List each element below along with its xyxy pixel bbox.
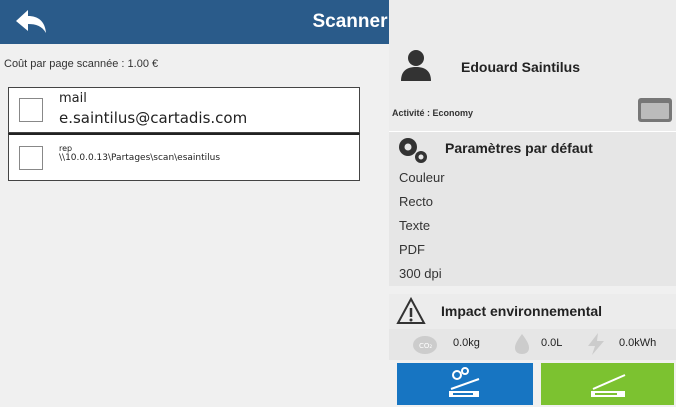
- destination-value: \\10.0.0.13\Partages\scan\esaintilus: [59, 153, 221, 163]
- settings-panel: Edouard Saintilus Activité : Economy Par…: [389, 44, 676, 407]
- param-sides: Recto: [389, 190, 676, 214]
- back-button[interactable]: [14, 7, 48, 37]
- destination-title: rep: [59, 144, 73, 153]
- energy-value: 0.0kWh: [619, 337, 657, 349]
- page-title: Scanner: [312, 11, 388, 32]
- user-icon: [401, 50, 431, 81]
- scanner-screen: Scanner Coût par page scannée : 1.00 € m…: [0, 0, 676, 407]
- recycle-icon: [396, 296, 426, 324]
- destination-checkbox[interactable]: [19, 98, 43, 122]
- param-resolution: 300 dpi: [389, 262, 676, 286]
- destination-folder[interactable]: rep \\10.0.0.13\Partages\scan\esaintilus: [8, 133, 360, 181]
- folder-icon: [638, 98, 672, 122]
- lightning-icon: [588, 333, 604, 355]
- impact-title: Impact environnemental: [441, 303, 603, 319]
- activity-row: Activité : Economy: [389, 90, 676, 131]
- water-drop-icon: [515, 334, 529, 354]
- folder-button[interactable]: [637, 94, 673, 124]
- destinations-panel: Coût par page scannée : 1.00 € mail e.sa…: [0, 44, 389, 407]
- param-color: Couleur: [389, 166, 676, 190]
- water-value: 0.0L: [541, 337, 563, 349]
- scanner-icon: [591, 374, 626, 397]
- destination-checkbox[interactable]: [19, 146, 43, 170]
- cost-per-page: Coût par page scannée : 1.00 €: [4, 58, 159, 70]
- back-arrow-icon: [16, 10, 46, 33]
- activity-label: Activité : Economy: [392, 108, 474, 118]
- default-params-header: Paramètres par défaut: [389, 131, 676, 166]
- destination-value: e.saintilus@cartadis.com: [59, 109, 248, 127]
- co2-icon: CO₂: [413, 336, 437, 354]
- scanner-settings-icon: [449, 367, 480, 397]
- user-name: Edouard Saintilus: [461, 59, 581, 75]
- header-bar: Scanner: [0, 0, 676, 44]
- header-right-panel: [389, 0, 676, 44]
- param-mode: Texte: [389, 214, 676, 238]
- co2-value: 0.0kg: [453, 337, 480, 349]
- impact-header: Impact environnemental: [389, 294, 676, 329]
- scan-settings-button[interactable]: [397, 363, 533, 405]
- gears-icon: [399, 138, 427, 163]
- destination-mail[interactable]: mail e.saintilus@cartadis.com: [8, 87, 360, 133]
- impact-stats: CO₂ 0.0kg 0.0L 0.0kWh: [389, 329, 676, 360]
- destination-title: mail: [59, 91, 87, 106]
- default-params-title: Paramètres par défaut: [445, 140, 593, 156]
- svg-text:CO₂: CO₂: [419, 342, 432, 350]
- user-row: Edouard Saintilus: [389, 44, 676, 90]
- param-format: PDF: [389, 238, 676, 262]
- scan-button[interactable]: [541, 363, 674, 405]
